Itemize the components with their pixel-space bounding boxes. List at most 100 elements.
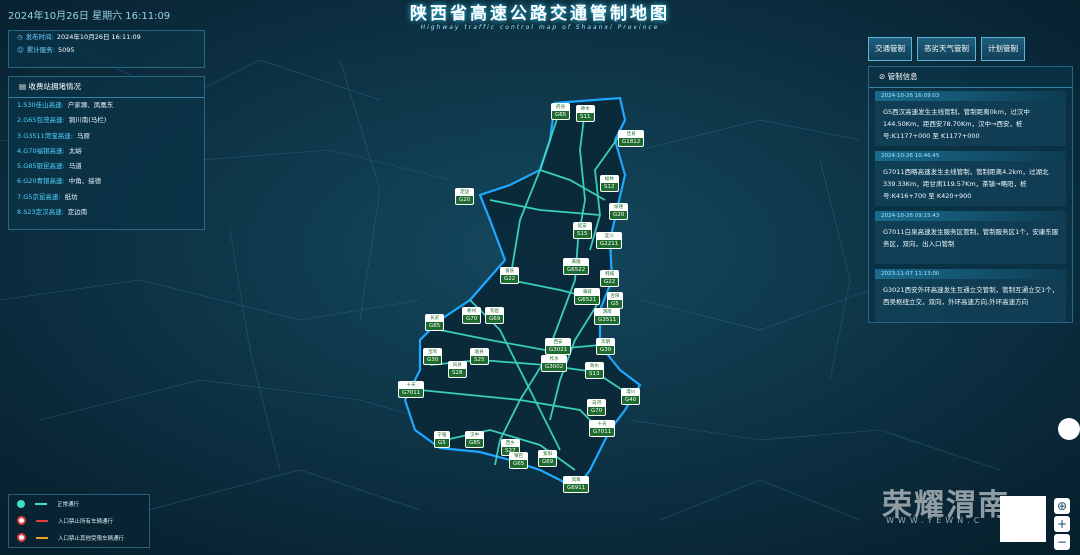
sign-city: 蒲城	[575, 289, 600, 296]
sign-city: 黄陵	[564, 259, 589, 266]
route-sign-g3511[interactable]: 渭南 G3511	[594, 308, 621, 325]
route-sign-g5[interactable]: 宁强 G5	[434, 431, 450, 448]
planned-control-button[interactable]: 计划管制	[981, 37, 1025, 61]
route-sign-g6522[interactable]: 黄陵 G6522	[563, 258, 590, 275]
sign-city: 商州	[586, 363, 603, 370]
sign-route-code: G22	[504, 276, 516, 282]
zoom-in-button[interactable]: +	[1054, 516, 1070, 532]
locate-icon[interactable]: ⊕	[1054, 498, 1070, 514]
route-sign-g5[interactable]: 合阳 G5	[607, 292, 623, 309]
list-item[interactable]: 4.G70福银高速: 太峪	[9, 144, 204, 159]
route-sign-g85[interactable]: 汉中 G85	[465, 431, 485, 448]
route-sign-g2211[interactable]: 宜川 G2211	[596, 232, 623, 249]
total-service-row: ☺ 累计服务: 5095	[17, 46, 75, 54]
route-sign-g22[interactable]: 富县 G22	[500, 267, 520, 284]
sign-route-code: S13	[589, 371, 600, 377]
sign-route-code: G65	[555, 112, 567, 118]
route-sign-s13[interactable]: 商州 S13	[585, 362, 604, 379]
route-sign-g70[interactable]: 白河 G70	[587, 399, 607, 416]
route-sign-g40[interactable]: 漫川 G40	[621, 388, 641, 405]
route-sign-s15[interactable]: 延安 S15	[573, 222, 592, 239]
sign-city: 镇巴	[510, 453, 528, 460]
legend-normal: 正常通行	[9, 495, 149, 512]
route-sign-g85[interactable]: 长武 G85	[425, 314, 445, 331]
list-item[interactable]: 1.S30佳山高速: 户家塬、凤凰东	[9, 98, 204, 113]
sign-city: 十天	[590, 421, 615, 428]
route-sign-g20[interactable]: 绥德 G20	[609, 203, 629, 220]
sign-route-code: S25	[474, 357, 485, 363]
route-sign-g69[interactable]: 旬邑 G69	[485, 307, 505, 324]
traffic-control-button[interactable]: 交通管制	[868, 37, 912, 61]
sign-city: 韩城	[601, 271, 619, 278]
sign-city: 长武	[426, 315, 444, 322]
sign-city: 白河	[588, 400, 606, 407]
control-card[interactable]: 2024-10-26 09:15:43 G7011白泉高速发生服务区管制，管制服…	[875, 211, 1066, 264]
sign-route-code: G69	[542, 459, 554, 465]
sign-city: 定边	[456, 189, 474, 196]
route-sign-s12[interactable]: 榆林 S12	[600, 175, 619, 192]
route-sign-g30[interactable]: 宝鸡 G30	[423, 348, 443, 365]
control-card[interactable]: 2023-11-07 11:13:00 G3021西安外环高速发生互通立交管制，…	[875, 269, 1066, 322]
sign-route-code: G70	[591, 408, 603, 414]
publish-time-row: ◷ 发布时间: 2024年10月26日 16:11:09	[17, 33, 141, 41]
control-info-panel[interactable]: ⊘ 管制信息 2024-10-26 16:09:03 G5西汉高速发生主线管制，…	[868, 66, 1073, 323]
list-item[interactable]: 2.G65包茂高速: 铜川南(马栏)	[9, 113, 204, 128]
sign-route-code: G20	[459, 197, 471, 203]
control-card[interactable]: 2024-10-26 10:46:45 G7011西略高速发生主线管制，管制距离…	[875, 151, 1066, 206]
route-sign-g1812[interactable]: 佳县 G1812	[618, 130, 645, 147]
legend-restricted: 入口禁止其他受限车辆通行	[9, 529, 149, 546]
sign-city: 紫阳	[539, 451, 557, 458]
sign-route-code: G5	[438, 440, 446, 446]
sign-city: 宁强	[435, 432, 449, 439]
route-sign-g22[interactable]: 韩城 G22	[600, 270, 620, 287]
route-sign-g6521[interactable]: 蒲城 G6521	[574, 288, 601, 305]
sign-city: 合阳	[608, 293, 622, 300]
route-sign-g3021[interactable]: 西安 G3021	[545, 338, 572, 355]
zoom-out-button[interactable]: −	[1054, 534, 1070, 550]
page-title: 陕西省高速公路交通管制地图	[410, 4, 670, 24]
sign-route-code: S12	[604, 184, 615, 190]
route-sign-s28[interactable]: 凤县 S28	[448, 361, 467, 378]
sign-route-code: G20	[613, 212, 625, 218]
list-item[interactable]: 8.S23定汉高速: 定边南	[9, 205, 204, 220]
qr-code	[1000, 496, 1046, 542]
ban-icon	[17, 516, 26, 525]
route-sign-g7011[interactable]: 十天 G7011	[589, 420, 616, 437]
sign-route-code: G5	[611, 301, 619, 307]
route-sign-g70[interactable]: 彬州 G70	[462, 307, 482, 324]
route-sign-g7011[interactable]: 十天 G7011	[398, 381, 425, 398]
sign-city: 绥德	[610, 204, 628, 211]
route-sign-g69[interactable]: 紫阳 G69	[538, 450, 558, 467]
route-sign-g65[interactable]: 府谷 G65	[551, 103, 571, 120]
route-sign-s11[interactable]: 神木 S11	[576, 105, 595, 122]
sign-city: 旬邑	[486, 308, 504, 315]
sign-route-code: G85	[469, 440, 481, 446]
sign-route-code: G22	[604, 279, 616, 285]
weather-control-button[interactable]: 恶劣天气管制	[917, 37, 976, 61]
brand-url: WWW.YEWN.C	[886, 516, 984, 525]
route-sign-g30[interactable]: 华阴 G30	[596, 338, 616, 355]
route-sign-g6911[interactable]: 岚皋 G6911	[563, 476, 590, 493]
list-item[interactable]: 3.G3511菏宝高速: 马原	[9, 129, 204, 144]
control-panel-title: ⊘ 管制信息	[869, 67, 1072, 88]
sign-route-code: G6522	[567, 267, 586, 273]
toll-list: 1.S30佳山高速: 户家塬、凤凰东 2.G65包茂高速: 铜川南(马栏) 3.G3…	[9, 98, 204, 220]
sign-route-code: S11	[580, 114, 591, 120]
sign-city: 榆林	[601, 176, 618, 183]
route-sign-g20[interactable]: 定边 G20	[455, 188, 475, 205]
sign-city: 佳县	[619, 131, 644, 138]
sign-route-code: G3021	[549, 347, 568, 353]
assistant-icon[interactable]	[1058, 418, 1080, 440]
route-sign-g65[interactable]: 镇巴 G65	[509, 452, 529, 469]
list-item[interactable]: 5.G85银昆高速: 马道	[9, 159, 204, 174]
sign-route-code: G65	[513, 461, 525, 467]
sign-route-code: G3511	[598, 317, 617, 323]
no-entry-icon: ⊘	[879, 72, 888, 81]
route-sign-s25[interactable]: 眉县 S25	[470, 348, 489, 365]
control-card[interactable]: 2024-10-26 16:09:03 G5西汉高速发生主线管制，管制距离0km…	[875, 91, 1066, 146]
sign-city: 眉县	[471, 349, 488, 356]
list-item[interactable]: 7.G5京昆高速: 纸坊	[9, 190, 204, 205]
sign-route-code: G6521	[578, 297, 597, 303]
route-sign-g3002[interactable]: 柞水 G3002	[541, 355, 568, 372]
list-item[interactable]: 6.G20青银高速: 中角、绥德	[9, 174, 204, 189]
